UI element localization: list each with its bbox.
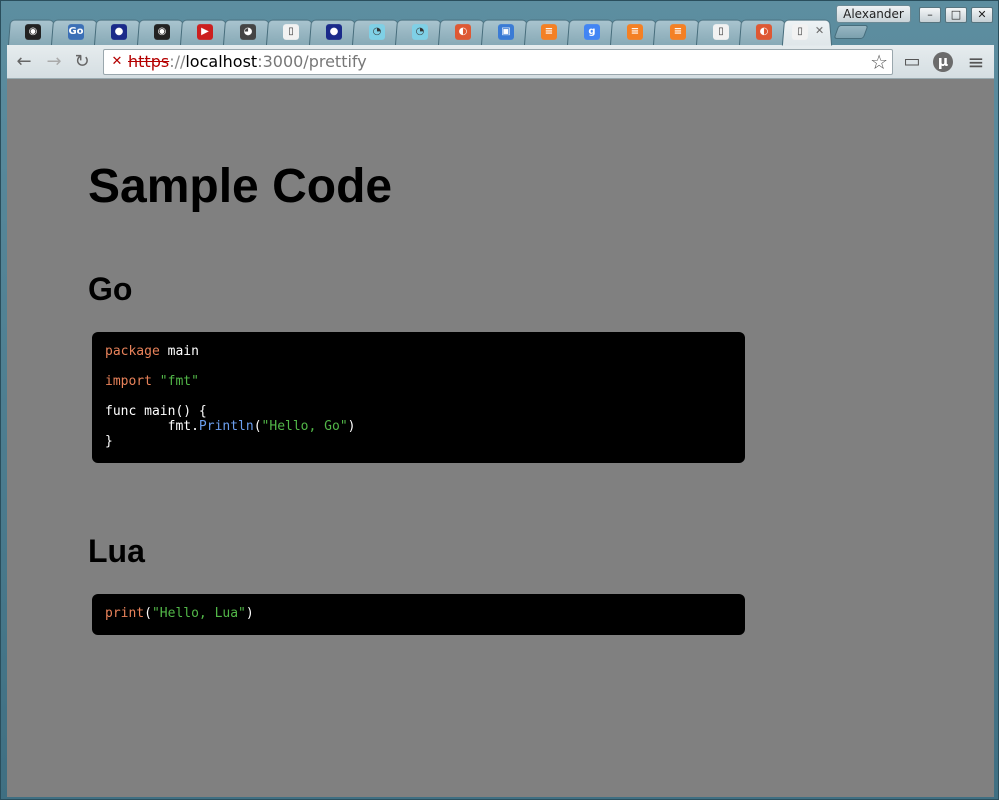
page-title: Sample Code	[88, 160, 393, 213]
toolbar: ← → ↻ ✕ https://localhost:3000/prettify …	[7, 45, 994, 79]
tab-9[interactable]: ◔	[394, 19, 444, 46]
tab-13[interactable]: g	[566, 19, 616, 46]
ublock-extension-icon[interactable]: µ	[933, 52, 953, 72]
code-token: "Hello, Go"	[261, 419, 348, 434]
url-host: localhost	[185, 52, 258, 71]
tab-17[interactable]: ◐	[738, 19, 788, 46]
code-line: import "fmt"	[105, 374, 732, 389]
code-token: (	[144, 606, 152, 621]
code-token: package	[105, 344, 160, 359]
close-window-button[interactable]: ✕	[971, 7, 993, 23]
tab-close-icon[interactable]: ✕	[814, 24, 824, 37]
code-token: )	[245, 606, 254, 621]
tab-4[interactable]: ▶	[179, 19, 229, 46]
profile-button[interactable]: Alexander	[836, 5, 911, 23]
code-token: "fmt"	[159, 374, 199, 389]
url-path: :3000/prettify	[257, 52, 367, 71]
new-tab-button[interactable]	[833, 25, 869, 39]
section-heading-lua: Lua	[88, 533, 145, 569]
tab-18[interactable]: ▯ ✕	[781, 19, 833, 46]
cast-icon[interactable]: ▭	[901, 51, 923, 73]
github-icon: ◉	[153, 24, 171, 40]
godoc-icon: Go	[67, 24, 85, 40]
code-line: print("Hello, Lua")	[105, 606, 732, 621]
code-line: package main	[105, 344, 732, 359]
tab-15[interactable]: ≡	[652, 19, 702, 46]
code-line: }	[105, 434, 732, 449]
tab-14[interactable]: ≡	[609, 19, 659, 46]
code-token: }	[105, 434, 113, 449]
page-icon: ▯	[791, 24, 809, 40]
code-token: print	[105, 606, 145, 621]
insecure-lock-icon[interactable]: ✕	[110, 55, 124, 69]
code-token: func main() {	[105, 404, 207, 419]
code-token: import	[105, 374, 152, 389]
back-button[interactable]: ←	[13, 51, 35, 73]
tab-16[interactable]: ▯	[695, 19, 745, 46]
address-bar[interactable]: ✕ https://localhost:3000/prettify ☆	[103, 49, 893, 75]
reload-icon: ↻	[74, 51, 90, 72]
tab-10[interactable]: ◐	[437, 19, 487, 46]
bookmark-star-icon[interactable]: ☆	[870, 51, 888, 73]
code-block-lua: print("Hello, Lua")	[92, 594, 745, 635]
browser-window: ◉ Go ● ◉ ▶ ◕ ▯ ● ◔ ◔ ◐ ▣ ≡ g ≡ ≡ ▯ ◐ ▯ ✕ Alexander – □ ✕ ← …	[0, 0, 999, 800]
tab-11[interactable]: ▣	[480, 19, 530, 46]
menu-icon[interactable]: ≡	[965, 51, 987, 73]
forward-button[interactable]: →	[43, 51, 65, 73]
code-token: fmt.	[105, 419, 199, 434]
code-token: (	[253, 419, 262, 434]
google-icon: g	[583, 24, 601, 40]
code-token: Println	[198, 419, 254, 434]
tab-3[interactable]: ◉	[136, 19, 186, 46]
duckduckgo-icon: ◐	[755, 24, 773, 40]
url-scheme: https	[128, 52, 170, 71]
youtube-icon: ▶	[196, 24, 214, 40]
document-icon: ▯	[712, 24, 730, 40]
tab-6[interactable]: ▯	[265, 19, 315, 46]
gopher-icon: ◔	[368, 24, 386, 40]
url-text[interactable]: https://localhost:3000/prettify	[128, 50, 367, 74]
page-viewport: Sample Code Go package main import "fmt" f…	[7, 79, 994, 797]
reddit-icon: ◕	[239, 24, 257, 40]
code-token: "Hello, Lua"	[151, 606, 246, 621]
tab-strip: ◉ Go ● ◉ ▶ ◕ ▯ ● ◔ ◔ ◐ ▣ ≡ g ≡ ≡ ▯ ◐ ▯ ✕	[7, 19, 869, 46]
reload-button[interactable]: ↻	[71, 51, 93, 73]
code-token: main	[159, 344, 199, 359]
tab-2[interactable]: ●	[93, 19, 143, 46]
maximize-button[interactable]: □	[945, 7, 967, 23]
forward-arrow-icon: →	[46, 51, 62, 72]
tab-1[interactable]: Go	[50, 19, 100, 46]
document-icon: ▯	[282, 24, 300, 40]
golang-gopher-icon: ●	[110, 24, 128, 40]
back-arrow-icon: ←	[16, 51, 32, 72]
code-block-go: package main import "fmt" func main() { fm…	[92, 332, 745, 463]
github-icon: ◉	[24, 24, 42, 40]
minimize-button[interactable]: –	[919, 7, 941, 23]
url-separator: ://	[169, 52, 186, 71]
tab-0[interactable]: ◉	[7, 19, 57, 46]
tab-12[interactable]: ≡	[523, 19, 573, 46]
stackoverflow-icon: ≡	[540, 24, 558, 40]
tab-7[interactable]: ●	[308, 19, 358, 46]
duckduckgo-icon: ◐	[454, 24, 472, 40]
golang-gopher-icon: ●	[325, 24, 343, 40]
stackoverflow-icon: ≡	[626, 24, 644, 40]
gopher-icon: ◔	[411, 24, 429, 40]
code-token: )	[347, 419, 356, 434]
chat-icon: ▣	[497, 24, 515, 40]
code-line: func main() {	[105, 404, 732, 419]
tab-8[interactable]: ◔	[351, 19, 401, 46]
tab-5[interactable]: ◕	[222, 19, 272, 46]
section-heading-go: Go	[88, 271, 133, 307]
code-line: fmt.Println("Hello, Go")	[105, 419, 732, 434]
stackoverflow-icon: ≡	[669, 24, 687, 40]
